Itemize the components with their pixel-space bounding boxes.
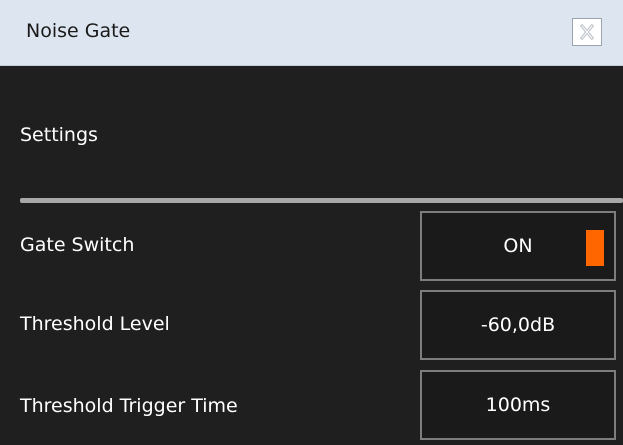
title-bar: Noise Gate [0,0,623,66]
gate-switch-toggle[interactable]: ON [420,211,616,281]
gate-switch-value: ON [503,235,533,257]
gate-switch-label: Gate Switch [20,234,135,256]
close-button[interactable] [572,18,602,46]
settings-heading: Settings [20,124,98,146]
noise-gate-window: Noise Gate Settings Gate Switch ON Thres… [0,0,623,445]
close-icon [580,24,594,40]
window-title: Noise Gate [26,20,131,42]
section-divider [20,198,623,203]
threshold-trigger-time-field[interactable]: 100ms [420,370,616,440]
threshold-level-value: -60,0dB [480,314,556,336]
threshold-level-field[interactable]: -60,0dB [420,290,616,360]
threshold-level-label: Threshold Level [20,313,170,335]
threshold-trigger-time-label: Threshold Trigger Time [20,395,238,417]
switch-on-indicator [586,230,604,266]
threshold-trigger-time-value: 100ms [485,394,551,416]
